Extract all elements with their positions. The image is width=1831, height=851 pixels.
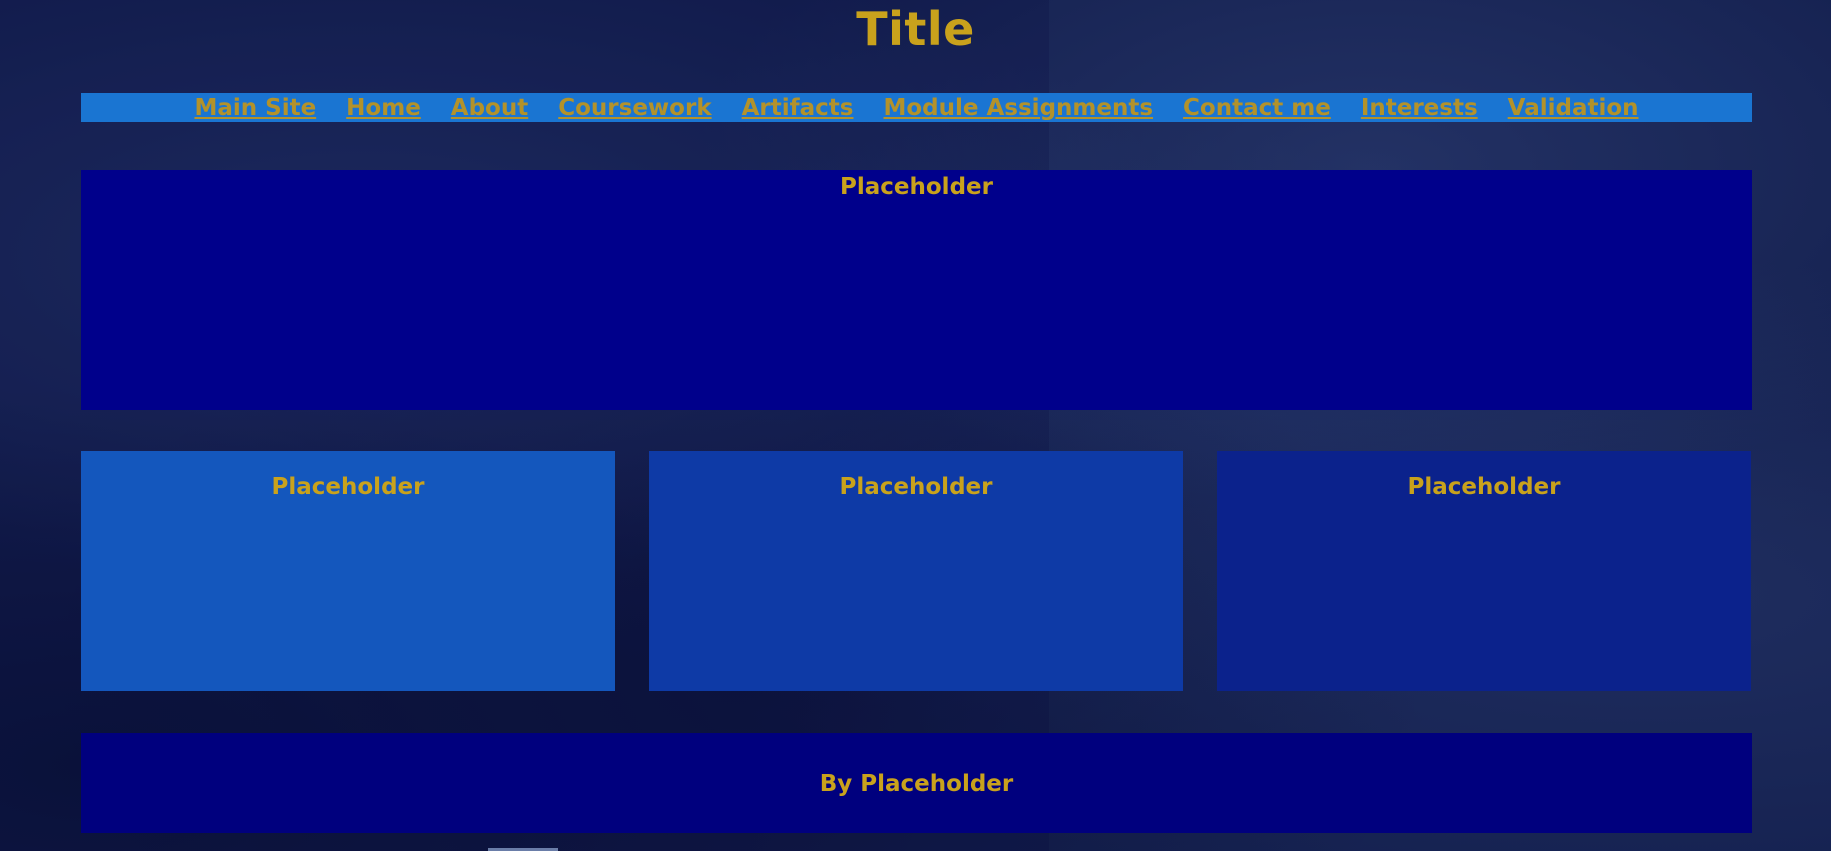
card-1-heading: Placeholder (271, 474, 425, 500)
hero-heading: Placeholder (840, 174, 993, 200)
nav-link-module-assignments[interactable]: Module Assignments (883, 95, 1153, 121)
card-3-heading: Placeholder (1407, 474, 1561, 500)
nav-link-main-site[interactable]: Main Site (194, 95, 316, 121)
nav-link-interests[interactable]: Interests (1361, 95, 1478, 121)
nav-link-artifacts[interactable]: Artifacts (742, 95, 854, 121)
nav-link-coursework[interactable]: Coursework (558, 95, 711, 121)
hero-section: Placeholder (81, 170, 1752, 410)
page-title: Title (856, 2, 975, 56)
content-card-3: Placeholder (1217, 451, 1751, 691)
nav-link-validation[interactable]: Validation (1508, 95, 1639, 121)
card-2-heading: Placeholder (839, 474, 993, 500)
footer-credit: By Placeholder (819, 771, 1014, 797)
content-card-2: Placeholder (649, 451, 1183, 691)
nav-link-home[interactable]: Home (346, 95, 421, 121)
background-texture (0, 0, 1049, 851)
nav-link-about[interactable]: About (451, 95, 528, 121)
nav-link-contact-me[interactable]: Contact me (1183, 95, 1331, 121)
main-nav: Main Site Home About Coursework Artifact… (81, 93, 1752, 122)
page-footer: By Placeholder (81, 733, 1752, 833)
content-card-1: Placeholder (81, 451, 615, 691)
